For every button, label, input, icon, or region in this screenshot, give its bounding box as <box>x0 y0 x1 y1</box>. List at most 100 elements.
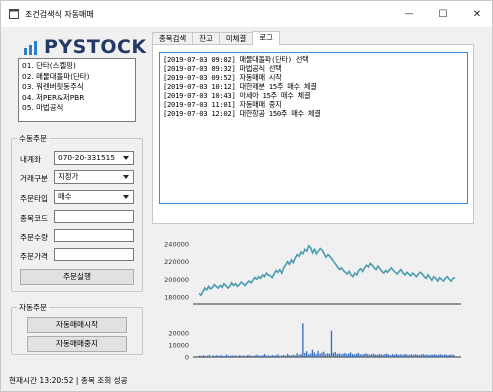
chevron-down-icon <box>123 175 129 179</box>
volume-bar <box>447 355 449 357</box>
volume-bar <box>265 355 268 357</box>
volume-bar <box>199 355 201 357</box>
volume-tick-label: 20000 <box>168 330 189 338</box>
volume-bar <box>382 354 384 357</box>
account-select[interactable]: 070-20-331515 <box>54 151 134 165</box>
volume-bar <box>204 355 207 357</box>
account-label: 내계좌 <box>20 155 41 164</box>
volume-bar <box>372 353 375 357</box>
volume-bar <box>300 354 302 357</box>
volume-bar <box>220 355 222 357</box>
price-input[interactable] <box>54 248 134 261</box>
volume-bar <box>409 354 411 357</box>
volume-bar <box>277 354 279 357</box>
volume-bar <box>235 355 237 357</box>
volume-bar <box>327 353 329 357</box>
quantity-input[interactable] <box>54 229 134 242</box>
volume-bar <box>267 355 270 357</box>
volume-bar <box>206 355 208 357</box>
volume-bar <box>346 354 348 357</box>
volume-tick-label: 10000 <box>168 342 189 350</box>
volume-bar <box>401 354 403 357</box>
maximize-button[interactable]: ☐ <box>426 1 460 27</box>
strategy-item[interactable]: 01. 단타(스켈핑) <box>22 61 132 72</box>
window-title: 조건검색식 자동매매 <box>25 10 94 19</box>
volume-bar <box>399 354 401 357</box>
volume-bar <box>246 355 249 357</box>
auto-trade-start-button[interactable]: 자동매매시작 <box>27 317 127 333</box>
volume-bar <box>388 354 390 357</box>
volume-bar <box>390 355 392 357</box>
logo-bars-icon <box>24 40 37 55</box>
strategy-list[interactable]: 01. 단타(스켈핑) 02. 매물대돌파(단타) 03. 워렌버핏동주식 04… <box>18 58 136 122</box>
tab-log[interactable]: 로그 <box>252 31 280 45</box>
volume-bar <box>426 354 428 357</box>
status-bar: 현재시간 13:20:52 | 종목 조회 성공 <box>9 376 128 385</box>
volume-bar <box>411 354 413 357</box>
volume-bar <box>344 353 346 357</box>
log-list[interactable]: [2019-07-03 09:02] 매물대돌파(단타) 선택 [2019-07… <box>159 52 468 204</box>
strategy-item[interactable]: 05. 마법공식 <box>22 103 132 114</box>
volume-bar <box>443 354 445 357</box>
logo-text: PYSTOCK <box>44 36 147 58</box>
close-button[interactable]: ✕ <box>460 1 493 27</box>
volume-bar <box>286 353 289 357</box>
strategy-item[interactable]: 03. 워렌버핏동주식 <box>22 82 132 93</box>
volume-bar <box>296 353 298 357</box>
volume-bar <box>202 355 205 357</box>
volume-bar <box>264 354 266 357</box>
volume-bar <box>231 355 233 357</box>
volume-bar <box>273 355 275 357</box>
volume-bar <box>313 352 315 357</box>
volume-bar <box>392 354 394 357</box>
volume-bar <box>225 354 228 357</box>
volume-bar <box>420 354 422 357</box>
strategy-item[interactable]: 04. 저PER&저PBR <box>22 93 132 104</box>
minimize-icon: — <box>404 9 414 19</box>
quantity-label: 주문수량 <box>20 233 48 242</box>
minimize-button[interactable]: — <box>392 1 426 27</box>
submit-order-button[interactable]: 주문실행 <box>20 269 134 285</box>
order-type-label: 거래구분 <box>20 174 48 183</box>
volume-bar <box>334 352 336 357</box>
app-window: 조건검색식 자동매매 — ☐ ✕ PYSTOCK 01. 단타(스켈핑) 02.… <box>0 0 493 392</box>
volume-bar <box>445 354 447 357</box>
price-tick-label: 180000 <box>164 293 189 301</box>
order-kind-value: 매수 <box>58 192 72 201</box>
volume-bar <box>271 355 273 357</box>
log-panel: [2019-07-03 09:02] 매물대돌파(단타) 선택 [2019-07… <box>152 44 474 224</box>
order-type-select[interactable]: 지정가 <box>54 170 134 184</box>
auto-trade-stop-button[interactable]: 자동매매중지 <box>27 336 127 352</box>
volume-bar <box>285 355 287 357</box>
volume-bar <box>237 356 239 357</box>
volume-bar <box>395 353 398 357</box>
volume-bar <box>405 354 407 357</box>
volume-bar <box>435 355 438 357</box>
volume-bar <box>260 355 262 357</box>
volume-bar <box>325 354 327 357</box>
order-kind-select[interactable]: 매수 <box>54 190 134 204</box>
volume-bar <box>208 354 210 357</box>
code-input[interactable] <box>54 210 134 223</box>
volume-bar <box>223 356 226 357</box>
chevron-down-icon <box>123 156 129 160</box>
code-label: 종목코드 <box>20 214 48 223</box>
volume-bar <box>317 350 319 357</box>
strategy-item[interactable]: 02. 매물대돌파(단타) <box>22 72 132 83</box>
volume-bar <box>342 353 344 357</box>
volume-bar <box>439 354 442 357</box>
volume-bar <box>279 355 281 357</box>
manual-order-title: 수동주문 <box>17 133 49 144</box>
title-bar[interactable]: 조건검색식 자동매매 — ☐ ✕ <box>1 1 492 27</box>
price-label: 주문가격 <box>20 252 48 261</box>
volume-bar <box>414 354 417 357</box>
volume-bar <box>218 355 220 357</box>
volume-bar <box>292 354 294 357</box>
volume-bar <box>315 354 317 357</box>
volume-bar <box>374 354 377 357</box>
volume-bar <box>283 355 285 357</box>
price-volume-chart: 18000020000022000024000010000200000 <box>164 241 461 362</box>
volume-bar <box>338 353 340 357</box>
volume-bar <box>328 353 331 357</box>
volume-bar <box>393 354 396 357</box>
